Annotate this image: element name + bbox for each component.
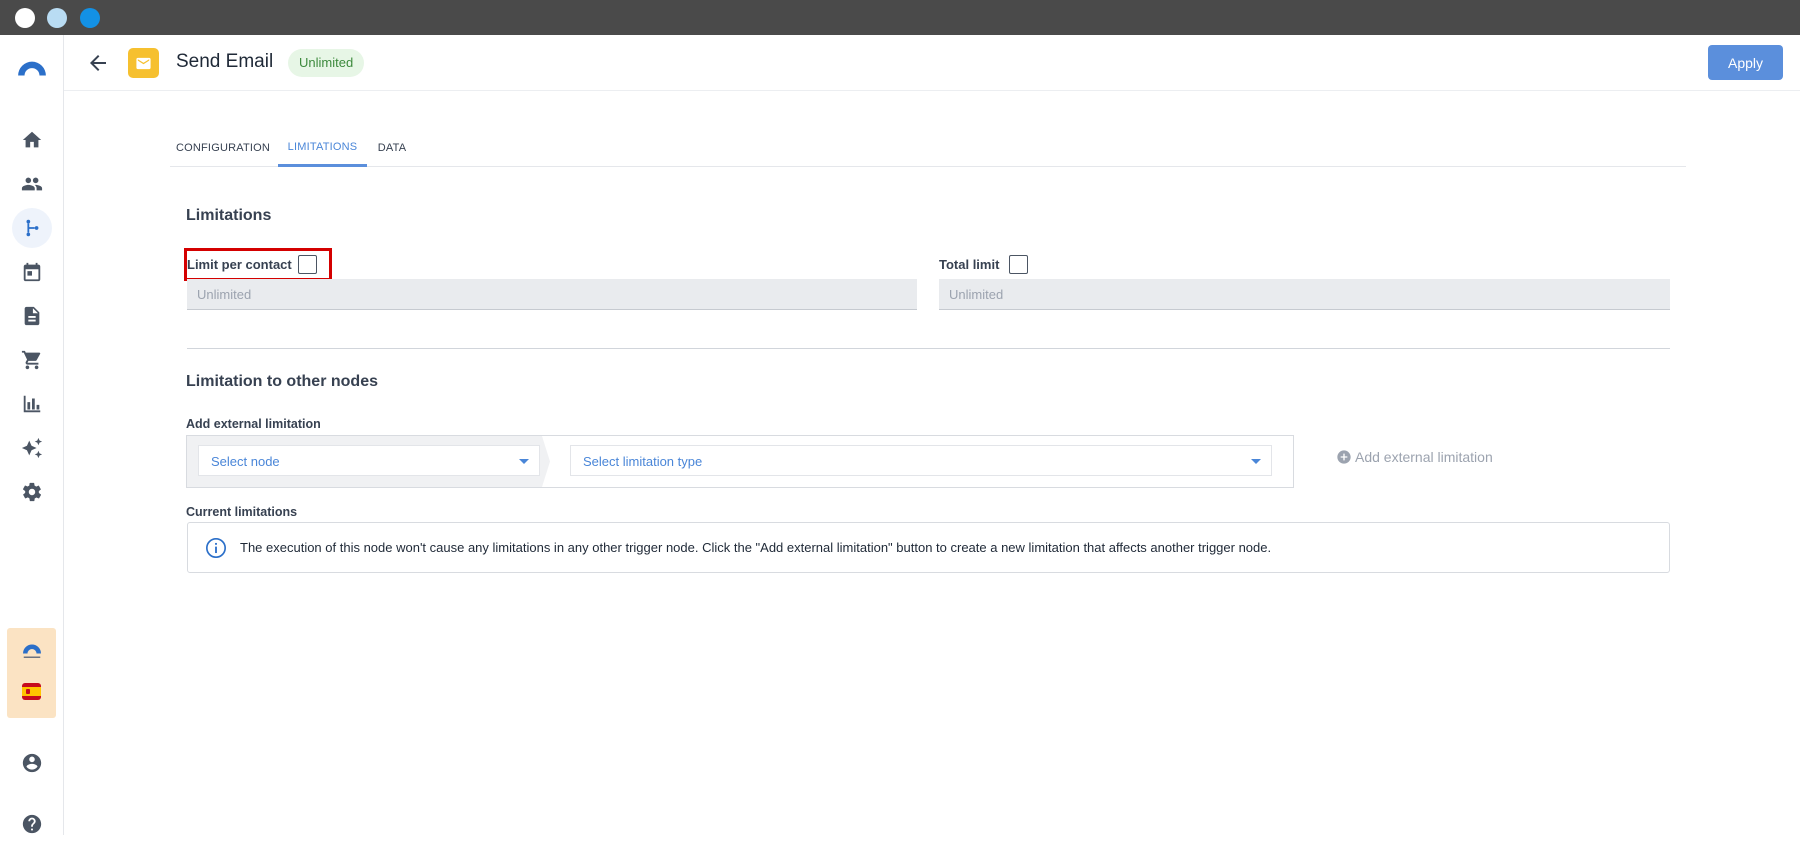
document-icon[interactable] xyxy=(12,296,52,336)
limit-per-contact-input: Unlimited xyxy=(187,279,917,310)
total-limit-checkbox[interactable] xyxy=(1009,255,1028,274)
select-limitation-type-dropdown[interactable]: Select limitation type xyxy=(570,445,1272,476)
plus-circle-icon xyxy=(1337,450,1351,464)
select-node-label: Select node xyxy=(211,454,280,469)
info-icon xyxy=(206,538,226,558)
select-limitation-type-label: Select limitation type xyxy=(583,454,703,469)
status-badge: Unlimited xyxy=(288,49,365,77)
limitations-heading: Limitations xyxy=(186,207,272,224)
tab-data[interactable]: DATA xyxy=(369,129,415,167)
info-box: The execution of this node won't cause a… xyxy=(187,522,1670,573)
external-limitation-row: Select node Select limitation type xyxy=(186,435,1294,488)
gear-icon[interactable] xyxy=(12,472,52,512)
sparkle-icon[interactable] xyxy=(12,428,52,468)
page-title: Send Email xyxy=(176,51,274,72)
chevron-down-icon xyxy=(1251,459,1261,464)
window-minimize-dot[interactable] xyxy=(47,8,67,28)
tab-configuration[interactable]: CONFIGURATION xyxy=(170,129,276,167)
window-titlebar xyxy=(0,0,1800,35)
people-icon[interactable] xyxy=(12,164,52,204)
limit-per-contact-checkbox[interactable] xyxy=(298,255,317,274)
workflow-icon[interactable] xyxy=(12,208,52,248)
tab-limitations[interactable]: LIMITATIONS xyxy=(278,129,367,167)
main-content: CONFIGURATION LIMITATIONS DATA Limitatio… xyxy=(64,91,1800,835)
brand-arch-icon[interactable] xyxy=(12,47,52,87)
arrow-left-icon[interactable] xyxy=(86,51,110,75)
tab-bar: CONFIGURATION LIMITATIONS DATA xyxy=(170,129,1686,167)
window-maximize-dot[interactable] xyxy=(80,8,100,28)
limit-per-contact-label: Limit per contact xyxy=(187,257,292,272)
calendar-icon[interactable] xyxy=(12,252,52,292)
language-selector[interactable] xyxy=(7,628,56,718)
select-node-dropdown[interactable]: Select node xyxy=(198,445,540,476)
total-limit-input: Unlimited xyxy=(939,279,1670,310)
sidebar xyxy=(0,35,64,835)
cart-icon[interactable] xyxy=(12,340,52,380)
add-external-limitation-label: Add external limitation xyxy=(186,417,321,431)
brand-arch-icon xyxy=(20,643,44,666)
spain-flag-icon xyxy=(22,683,41,700)
chevron-down-icon xyxy=(519,459,529,464)
current-limitations-label: Current limitations xyxy=(186,505,298,519)
chart-icon[interactable] xyxy=(12,384,52,424)
apply-button[interactable]: Apply xyxy=(1708,45,1783,80)
add-external-limitation-button-label: Add external limitation xyxy=(1355,449,1493,465)
window-close-dot[interactable] xyxy=(15,8,35,28)
section-divider xyxy=(187,348,1670,349)
add-external-limitation-button[interactable]: Add external limitation xyxy=(1336,447,1493,467)
total-limit-label: Total limit xyxy=(939,257,1000,272)
header: Send Email Unlimited Apply xyxy=(64,35,1800,91)
account-icon[interactable] xyxy=(12,743,52,783)
home-icon[interactable] xyxy=(12,120,52,160)
info-text: The execution of this node won't cause a… xyxy=(240,540,1272,555)
email-icon xyxy=(128,48,159,78)
other-nodes-heading: Limitation to other nodes xyxy=(186,373,378,390)
help-icon[interactable] xyxy=(12,804,52,844)
